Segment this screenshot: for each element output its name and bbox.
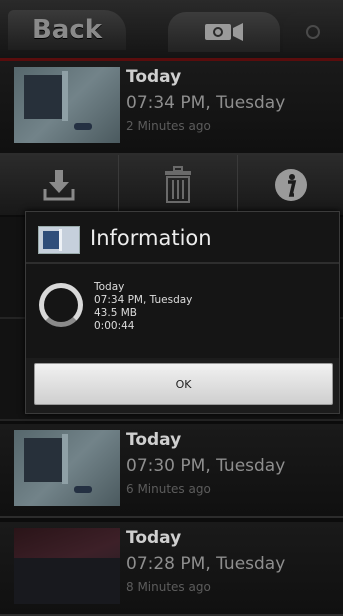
video-thumbnail (14, 430, 120, 506)
tab-video[interactable] (168, 12, 280, 52)
audio-icon (306, 25, 320, 39)
ok-button[interactable]: OK (34, 363, 333, 405)
download-icon (43, 170, 75, 201)
recording-ago: 2 Minutes ago (126, 119, 211, 133)
recording-day: Today (126, 430, 182, 450)
detail-duration: 0:00:44 (94, 320, 135, 332)
detail-day: Today (94, 281, 125, 293)
recording-time: 07:34 PM, Tuesday (126, 93, 286, 113)
loading-spinner-icon (39, 283, 83, 327)
list-item[interactable]: Today 07:30 PM, Tuesday 6 Minutes ago (0, 424, 343, 518)
file-thumbnail-icon (38, 226, 80, 254)
recording-day: Today (126, 67, 182, 87)
info-button[interactable] (238, 155, 343, 215)
dialog-header: Information (26, 212, 339, 264)
recording-ago: 8 Minutes ago (126, 580, 211, 594)
detail-time: 07:34 PM, Tuesday (94, 294, 193, 306)
recording-time: 07:30 PM, Tuesday (126, 456, 286, 476)
list-item[interactable]: Today 07:34 PM, Tuesday 2 Minutes ago (0, 61, 343, 155)
video-thumbnail (14, 528, 120, 604)
video-thumbnail (14, 67, 120, 143)
recording-details: Today 07:34 PM, Tuesday 43.5 MB 0:00:44 (94, 281, 192, 333)
trash-icon (165, 166, 191, 203)
recording-day: Today (126, 528, 182, 548)
dialog-footer: OK (26, 358, 339, 413)
download-button[interactable] (0, 155, 119, 215)
video-camera-icon (205, 23, 243, 41)
back-button[interactable]: Back (8, 10, 126, 50)
top-bar: Back (0, 0, 343, 61)
info-icon (274, 169, 307, 201)
information-dialog: Information Today 07:34 PM, Tuesday 43.5… (25, 211, 340, 414)
delete-button[interactable] (119, 155, 238, 215)
dialog-title: Information (90, 226, 212, 250)
recording-time: 07:28 PM, Tuesday (126, 554, 286, 574)
list-item[interactable]: Today 07:28 PM, Tuesday 8 Minutes ago (0, 522, 343, 616)
action-bar (0, 155, 343, 215)
detail-size: 43.5 MB (94, 307, 137, 319)
tab-audio[interactable] (283, 12, 343, 52)
recording-ago: 6 Minutes ago (126, 482, 211, 496)
